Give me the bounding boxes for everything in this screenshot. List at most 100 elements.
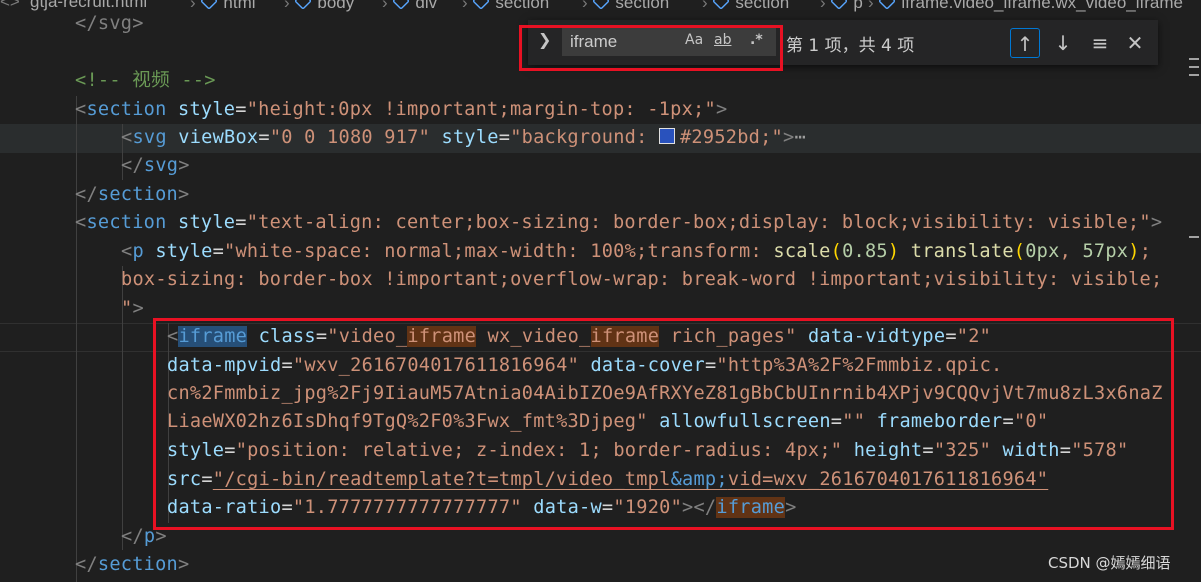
equals: = — [235, 99, 247, 120]
next-match-arrow-down-icon[interactable]: ↓ — [1048, 28, 1078, 58]
scrollbar[interactable] — [1185, 0, 1201, 582]
attr-value: ;" — [760, 127, 783, 148]
bracket: > — [1150, 212, 1163, 233]
code-line[interactable]: box-sizing: border-box !important;overfl… — [121, 266, 1162, 294]
equals: = — [235, 212, 247, 233]
bracket: > — [178, 155, 190, 176]
find-in-selection-icon[interactable]: ≡ — [1085, 28, 1115, 58]
attr-value: "white-space: normal;max-width: 100%;tra… — [224, 241, 774, 262]
attr-name: viewBox — [178, 127, 259, 148]
tag-name: section — [86, 212, 167, 233]
breadcrumb-item-body[interactable]: › body — [284, 0, 354, 13]
bracket: > — [715, 99, 728, 120]
tag-name: section — [97, 184, 179, 205]
equals: = — [258, 127, 270, 148]
bracket: < — [75, 212, 87, 233]
css-function: scale — [773, 241, 831, 262]
paren: ( — [1013, 241, 1026, 262]
folded-ellipsis-icon[interactable]: ⋯ — [794, 127, 805, 148]
attr-value: "height:0px !important;margin-top: -1px;… — [246, 99, 716, 120]
code-line[interactable]: <svg viewBox="0 0 1080 917" style="backg… — [121, 124, 806, 152]
bracket: </ — [121, 526, 144, 547]
code-line[interactable]: </section> — [75, 551, 189, 579]
code-line[interactable]: <p style="white-space: normal;max-width:… — [121, 238, 1151, 266]
element-icon — [392, 0, 411, 10]
attr-value: "text-align: center;box-sizing: border-b… — [246, 212, 1151, 233]
color-value: #2952bd — [679, 127, 761, 148]
scroll-marker — [1189, 74, 1199, 76]
comma: , — [1059, 241, 1083, 262]
breadcrumb-item-div[interactable]: › div — [382, 0, 437, 13]
breadcrumb-item-iframe[interactable]: › iframe.video_iframe.wx_video_iframe — [868, 0, 1183, 13]
attr-value: box-sizing: border-box !important;overfl… — [121, 269, 1163, 290]
scroll-marker — [1189, 66, 1199, 68]
equals: = — [498, 127, 511, 148]
tag-name: svg — [132, 127, 167, 148]
annotation-box-iframe — [153, 318, 1174, 530]
html-comment: <!-- 视频 --> — [75, 70, 216, 91]
bracket: > — [783, 127, 795, 148]
paren: ( — [830, 241, 843, 262]
code-line[interactable]: </svg> — [121, 152, 190, 180]
attr-value: ; — [1139, 241, 1152, 262]
attr-value: "background: — [510, 127, 659, 148]
watermark: CSDN @嫣嫣细语 — [1048, 554, 1171, 572]
css-number: 0px — [1025, 241, 1060, 262]
color-swatch-icon[interactable] — [658, 128, 675, 144]
attr-name: style — [178, 99, 236, 120]
breadcrumb-chevron-icon: <> — [0, 0, 20, 11]
breadcrumb-item-section-3[interactable]: › section — [702, 0, 789, 13]
code-editor[interactable]: <> gtja-recruit.html › html › body › div… — [0, 0, 1201, 582]
paren: ) — [887, 241, 900, 262]
element-icon — [294, 0, 313, 10]
attr-name: style — [441, 127, 499, 148]
breadcrumb-item-html[interactable]: › html — [190, 0, 256, 13]
bracket: < — [121, 127, 133, 148]
tag-name: svg — [143, 155, 179, 176]
bracket: > — [132, 298, 144, 319]
annotation-box-find — [519, 25, 783, 71]
attr-name: style — [155, 241, 213, 262]
bracket: </ — [121, 155, 144, 176]
bracket: > — [178, 554, 190, 575]
attr-value-end: " — [121, 298, 133, 319]
code-line[interactable]: "> — [121, 295, 144, 323]
breadcrumb-item-section-1[interactable]: › section — [462, 0, 549, 13]
paren: ) — [1128, 241, 1140, 262]
code-line[interactable]: </svg> — [75, 10, 144, 38]
scroll-marker — [1189, 58, 1199, 60]
tag-name: p — [132, 241, 144, 262]
bracket: </ — [75, 554, 98, 575]
tag-name: section — [97, 554, 179, 575]
element-icon — [830, 0, 849, 10]
bracket: < — [121, 241, 133, 262]
close-icon[interactable]: ✕ — [1120, 28, 1150, 58]
bracket: </ — [75, 184, 98, 205]
scroll-marker — [1189, 236, 1199, 238]
element-icon — [592, 0, 611, 10]
attr-name: style — [178, 212, 236, 233]
css-function: translate — [910, 241, 1014, 262]
code-line[interactable]: <!-- 视频 --> — [75, 67, 216, 95]
code-line[interactable]: <section style="height:0px !important;ma… — [75, 96, 727, 124]
element-icon — [878, 0, 897, 10]
previous-match-arrow-up-icon[interactable]: ↑ — [1010, 28, 1040, 58]
breadcrumb-item-p[interactable]: › p — [820, 0, 863, 13]
breadcrumb-item-section-2[interactable]: › section — [582, 0, 669, 13]
close-tag-svg: </svg> — [75, 13, 144, 34]
indent-guide — [76, 96, 77, 582]
equals: = — [212, 241, 225, 262]
element-icon — [200, 0, 219, 10]
breadcrumb: <> gtja-recruit.html › html › body › div… — [0, 0, 1201, 14]
tag-name: section — [86, 99, 167, 120]
element-icon — [472, 0, 491, 10]
css-number: 0.85 — [842, 241, 888, 262]
element-icon — [712, 0, 731, 10]
bracket: > — [178, 184, 190, 205]
code-line[interactable]: </section> — [75, 181, 189, 209]
bracket: < — [75, 99, 87, 120]
match-count: 第 1 项，共 4 项 — [786, 36, 915, 56]
css-number: 57px — [1082, 241, 1129, 262]
code-line[interactable]: <section style="text-align: center;box-s… — [75, 209, 1162, 237]
